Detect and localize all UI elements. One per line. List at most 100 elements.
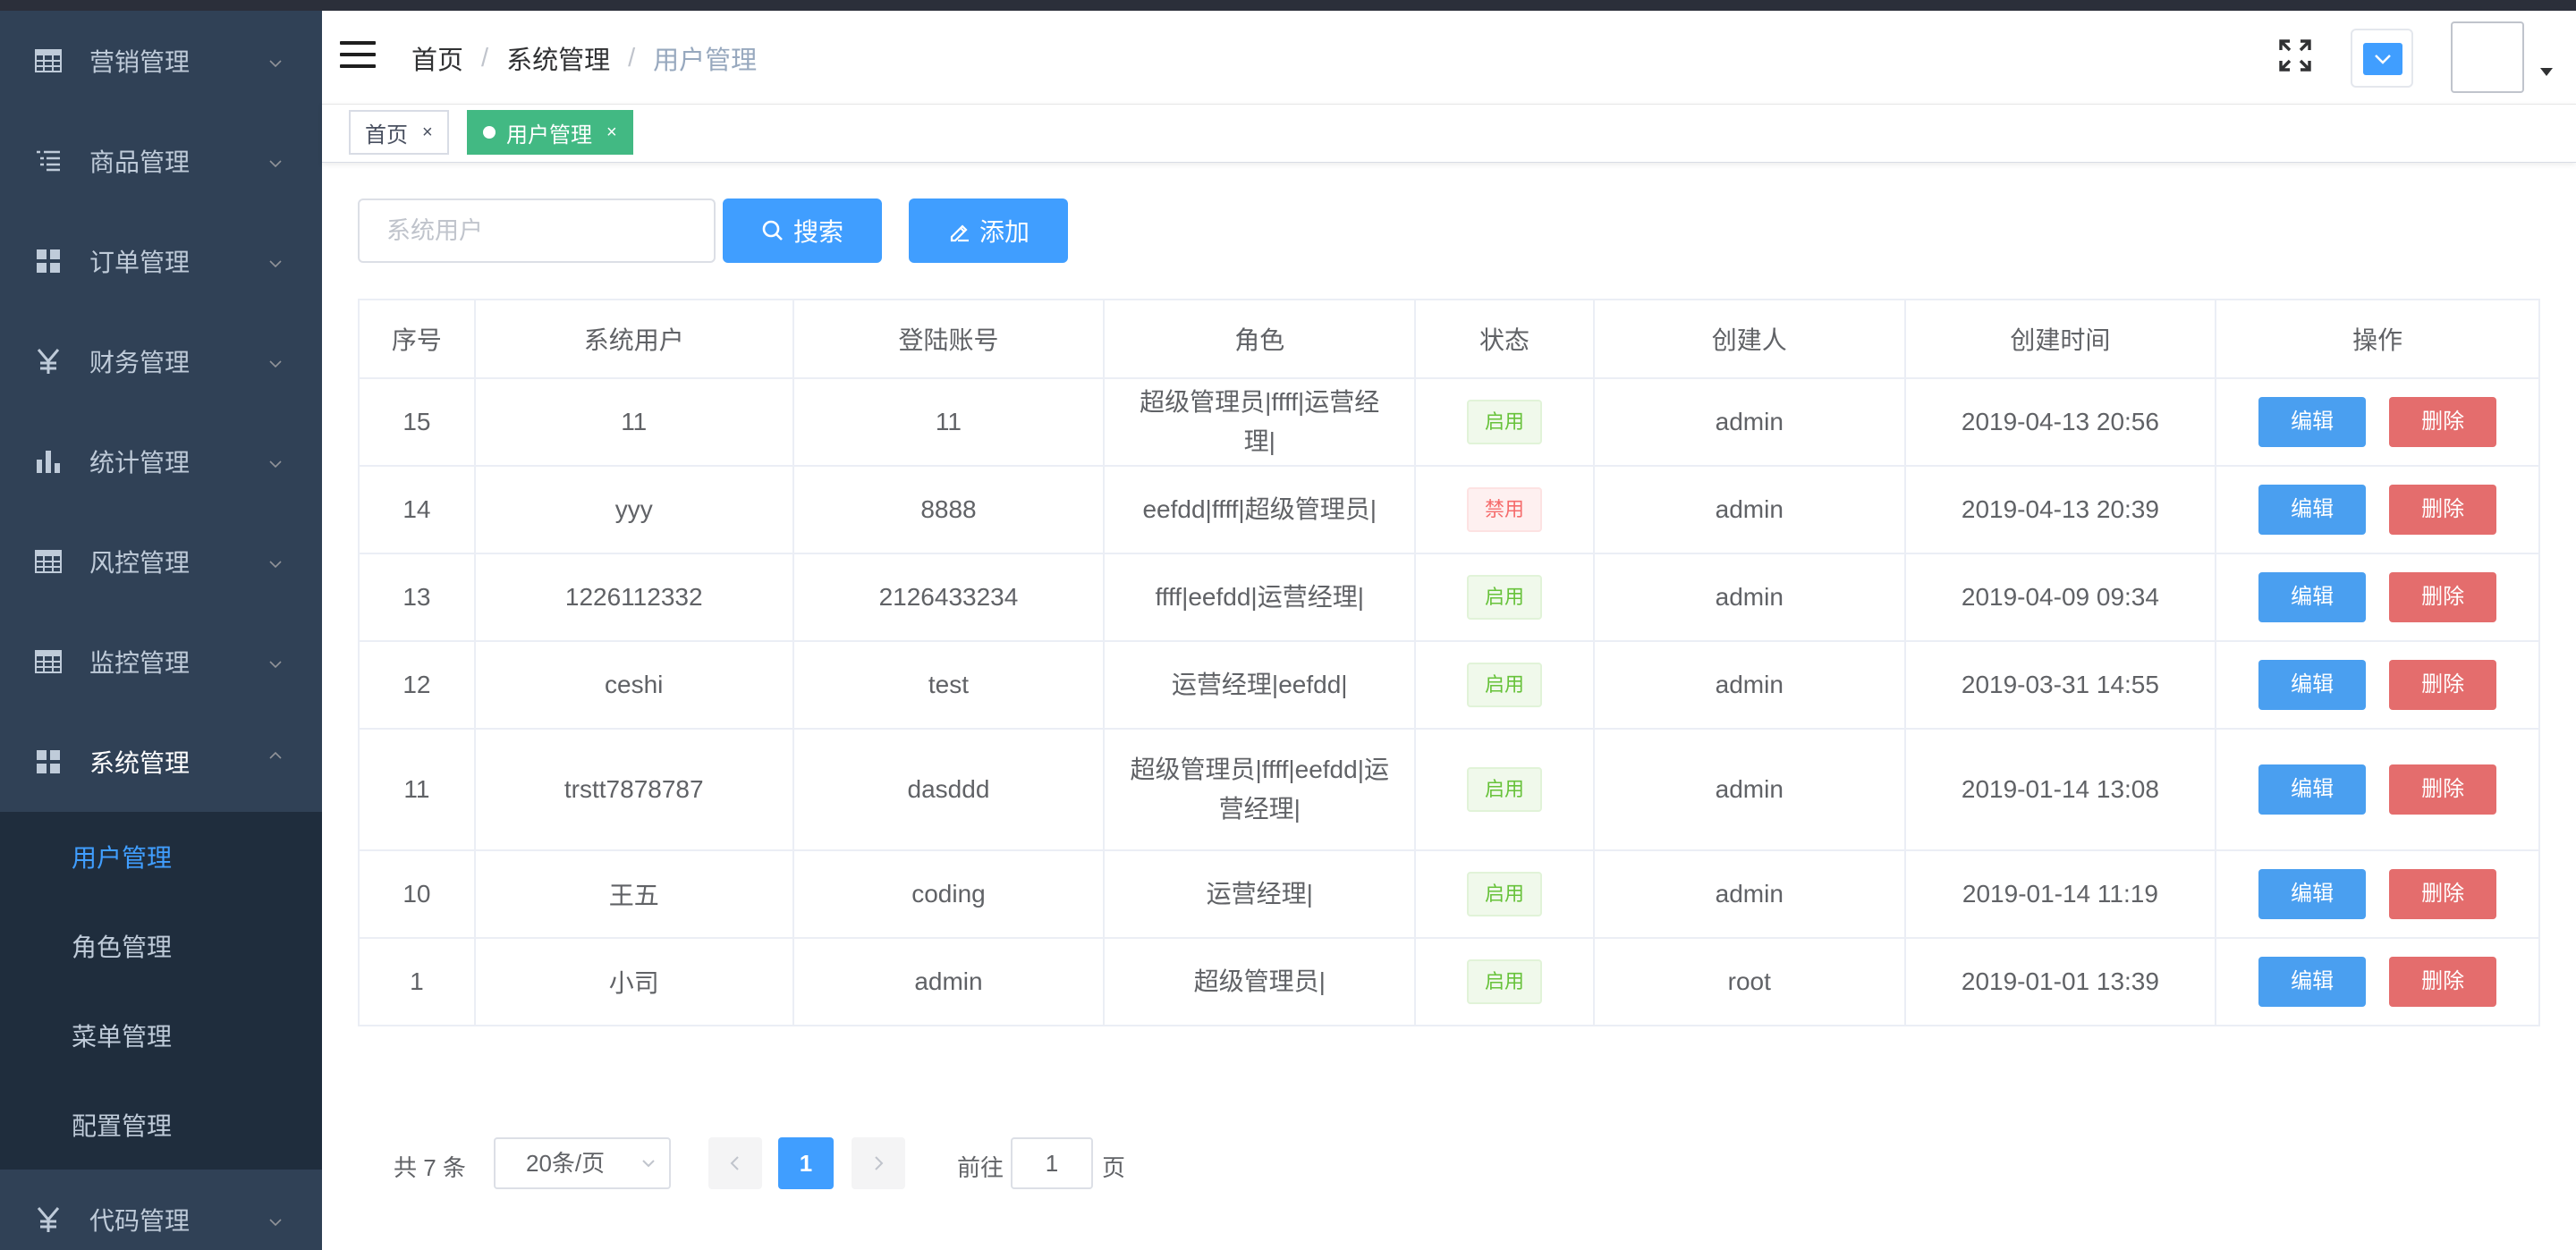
cell-id: 15 <box>358 377 476 467</box>
avatar[interactable] <box>2451 21 2524 93</box>
chevron-down-icon <box>267 451 284 469</box>
status-badge: 启用 <box>1467 400 1543 444</box>
cell-actions: 编辑 删除 <box>2215 849 2540 939</box>
hamburger-icon[interactable] <box>340 41 376 73</box>
edit-button[interactable]: 编辑 <box>2258 764 2367 815</box>
cell-account: test <box>792 640 1106 730</box>
active-dot-icon <box>483 126 496 139</box>
sidebar-subitem[interactable]: 配置管理 <box>0 1080 322 1170</box>
menu-item[interactable]: 系统管理 <box>0 712 322 812</box>
delete-button[interactable]: 删除 <box>2389 764 2497 815</box>
cell-account: 2126433234 <box>792 553 1106 642</box>
edit-button[interactable]: 编辑 <box>2258 957 2367 1007</box>
column-header: 创建人 <box>1592 299 1906 379</box>
delete-button[interactable]: 删除 <box>2389 485 2497 535</box>
cell-created: 2019-04-13 20:56 <box>1903 377 2217 467</box>
menu-item[interactable]: 营销管理 <box>0 11 322 111</box>
chevron-right-icon <box>875 1156 884 1170</box>
menu-item[interactable]: 统计管理 <box>0 411 322 511</box>
add-button[interactable]: 添加 <box>909 198 1068 263</box>
yen-icon <box>34 1205 63 1234</box>
tag-home[interactable]: 首页 × <box>349 110 449 155</box>
chevron-down-icon <box>267 50 284 68</box>
column-header: 系统用户 <box>473 299 794 379</box>
menu-item-label: 代码管理 <box>89 1207 191 1235</box>
cell-user: yyy <box>473 465 794 554</box>
grid-table-icon <box>34 46 63 75</box>
fullscreen-icon[interactable] <box>2277 38 2313 73</box>
sidebar-subitem[interactable]: 角色管理 <box>0 901 322 991</box>
menu-item[interactable]: 监控管理 <box>0 612 322 712</box>
delete-button[interactable]: 删除 <box>2389 869 2497 919</box>
breadcrumb-separator: / <box>481 43 489 72</box>
cell-user: ceshi <box>473 640 794 730</box>
bar-chart-icon <box>34 447 63 476</box>
dashboard-icon <box>34 247 63 275</box>
close-icon[interactable]: × <box>422 122 433 143</box>
user-table: 序号 系统用户 登陆账号 角色 状态 创建人 创建时间 操作 15 11 11 超级管… <box>358 299 2540 1026</box>
delete-button[interactable]: 删除 <box>2389 957 2497 1007</box>
caret-down-icon[interactable] <box>2540 68 2553 76</box>
grid-table-icon <box>34 647 63 676</box>
search-button-label: 搜索 <box>792 218 843 246</box>
cell-role: 运营经理|eefdd| <box>1103 640 1417 730</box>
table-header-row: 序号 系统用户 登陆账号 角色 状态 创建人 创建时间 操作 <box>358 299 2540 379</box>
cell-account: 11 <box>792 377 1106 467</box>
cell-user: 1226112332 <box>473 553 794 642</box>
menu-item[interactable]: 风控管理 <box>0 511 322 612</box>
cell-user: 小司 <box>473 937 794 1026</box>
menu-item[interactable]: 代码管理 <box>0 1170 322 1250</box>
sidebar-subitem[interactable]: 菜单管理 <box>0 991 322 1080</box>
table-row: 13 1226112332 2126433234 ffff|eefdd|运营经理| 启用… <box>358 553 2540 642</box>
delete-button[interactable]: 删除 <box>2389 572 2497 622</box>
table-row: 1 小司 admin 超级管理员| 启用 root 2019-01-01 13:39 编辑 删除 <box>358 937 2540 1026</box>
status-badge: 启用 <box>1467 767 1543 812</box>
column-header: 状态 <box>1414 299 1595 379</box>
page-size-select[interactable]: 20条/页 <box>494 1137 671 1189</box>
cell-creator: admin <box>1592 849 1906 939</box>
cell-creator: admin <box>1592 553 1906 642</box>
chevron-down-icon <box>267 351 284 368</box>
cell-created: 2019-01-01 13:39 <box>1903 937 2217 1026</box>
cell-role: 超级管理员|ffff|运营经理| <box>1103 377 1417 467</box>
page-number-current[interactable]: 1 <box>778 1137 834 1189</box>
sidebar-subitem[interactable]: 用户管理 <box>0 812 322 901</box>
breadcrumb-system[interactable]: 系统管理 <box>506 39 610 77</box>
goto-page-input[interactable]: 1 <box>1011 1137 1093 1189</box>
page-size-value: 20条/页 <box>526 1150 606 1177</box>
menu-item[interactable]: 订单管理 <box>0 211 322 311</box>
next-page-button[interactable] <box>852 1137 905 1189</box>
menu-item[interactable]: 财务管理 <box>0 311 322 411</box>
tag-user-management[interactable]: 用户管理 × <box>467 110 633 155</box>
menu-item[interactable]: 商品管理 <box>0 111 322 211</box>
breadcrumb-home[interactable]: 首页 <box>411 39 463 77</box>
search-icon <box>762 220 783 241</box>
cell-account: 8888 <box>792 465 1106 554</box>
search-input[interactable] <box>358 198 716 263</box>
edit-button[interactable]: 编辑 <box>2258 660 2367 710</box>
edit-button[interactable]: 编辑 <box>2258 869 2367 919</box>
column-header: 角色 <box>1103 299 1417 379</box>
cell-actions: 编辑 删除 <box>2215 377 2540 467</box>
search-button[interactable]: 搜索 <box>723 198 882 263</box>
goto-suffix: 页 <box>1102 1154 1126 1181</box>
edit-button[interactable]: 编辑 <box>2258 397 2367 447</box>
theme-select[interactable] <box>2351 29 2413 88</box>
tag-current-label: 用户管理 <box>506 122 592 148</box>
cell-actions: 编辑 删除 <box>2215 640 2540 730</box>
status-badge: 启用 <box>1467 663 1543 707</box>
goto-prefix: 前往 <box>957 1154 1004 1181</box>
delete-button[interactable]: 删除 <box>2389 397 2497 447</box>
edit-button[interactable]: 编辑 <box>2258 572 2367 622</box>
cell-role: ffff|eefdd|运营经理| <box>1103 553 1417 642</box>
cell-status: 启用 <box>1414 937 1595 1026</box>
cell-id: 1 <box>358 937 476 1026</box>
delete-button[interactable]: 删除 <box>2389 660 2497 710</box>
prev-page-button[interactable] <box>708 1137 762 1189</box>
close-icon[interactable]: × <box>606 122 617 143</box>
chevron-down-icon <box>267 551 284 569</box>
breadcrumb-current: 用户管理 <box>653 46 758 75</box>
edit-button[interactable]: 编辑 <box>2258 485 2367 535</box>
yen-icon <box>34 347 63 376</box>
window-top-bar <box>0 0 2576 11</box>
